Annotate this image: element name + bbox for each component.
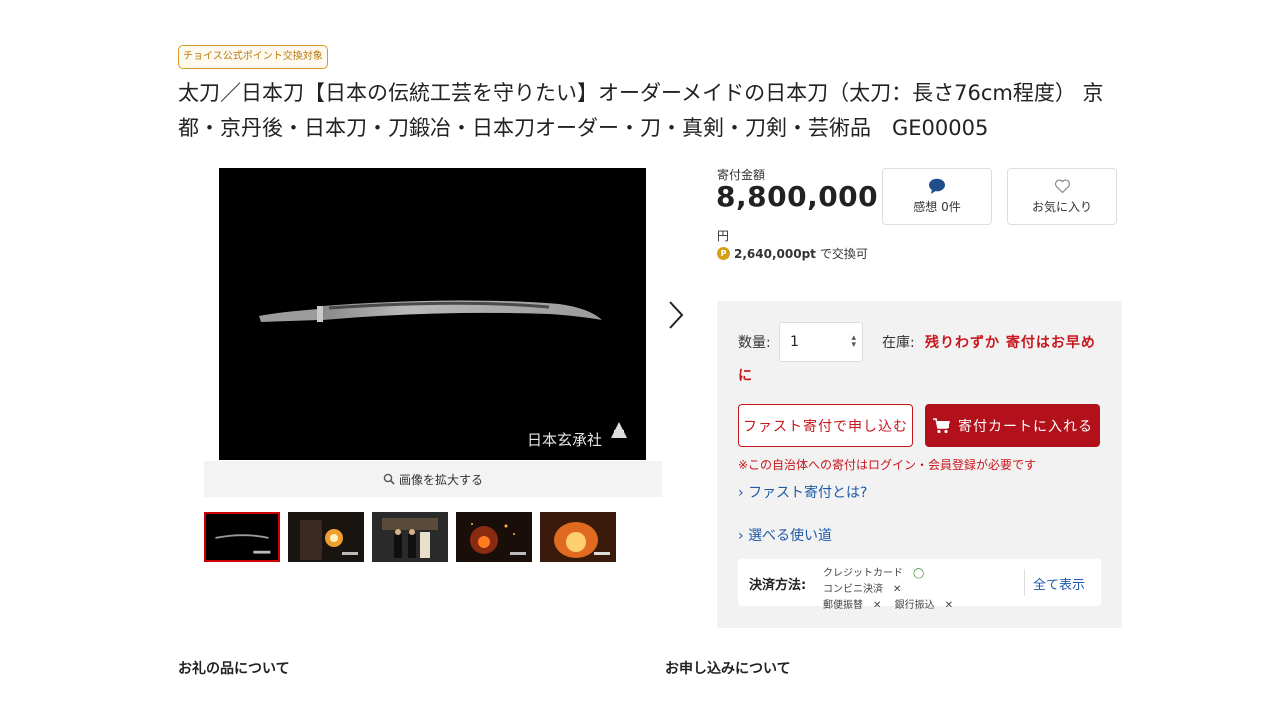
quantity-value: 1 (790, 334, 799, 350)
stock-status: 残りわずか 寄付はお早め (925, 335, 1096, 351)
thumbnail-2[interactable] (288, 512, 364, 562)
thumbnail-5[interactable] (540, 512, 616, 562)
stock-status-cont: に (738, 368, 752, 384)
favorite-button[interactable]: お気に入り (1007, 168, 1117, 225)
favorite-label: お気に入り (1031, 199, 1092, 214)
zoom-label: 画像を拡大する (398, 472, 483, 487)
payment-method: 郵便振替 ✕ (823, 600, 882, 611)
cart-icon (933, 417, 950, 433)
comments-button[interactable]: 感想 0件 (882, 168, 992, 225)
selectable-uses-link[interactable]: › 選べる使い道 (738, 525, 832, 545)
login-notice: ※この自治体への寄付はログイン・会員登録が必要です (738, 458, 1037, 472)
thumbnail-3[interactable] (372, 512, 448, 562)
comments-label: 感想 0件 (913, 200, 961, 214)
payment-label: 決済方法: (749, 578, 807, 593)
main-product-image[interactable]: 日本玄承社 (219, 168, 646, 460)
payment-methods-list: クレジットカード ◯ コンビニ決済 ✕ 郵便振替 ✕ 銀行振込 ✕ (823, 566, 1023, 614)
fast-donation-info-label: ファスト寄付とは? (748, 485, 868, 501)
stock-label: 在庫: (882, 335, 915, 351)
search-icon (383, 473, 395, 485)
fast-donation-button[interactable]: ファスト寄付で申し込む (738, 404, 913, 447)
payment-method: 銀行振込 ✕ (894, 600, 953, 611)
point-icon: P (717, 247, 730, 260)
fast-donation-info-link[interactable]: › ファスト寄付とは? (738, 482, 868, 502)
selectable-uses-label: 選べる使い道 (748, 528, 833, 544)
quantity-label: 数量: (738, 335, 771, 351)
heart-icon (1054, 178, 1070, 193)
chevron-right-icon (669, 301, 684, 329)
section-heading-application: お申し込みについて (665, 661, 791, 677)
thumbnail-4[interactable] (456, 512, 532, 562)
points-suffix: で交換可 (819, 247, 868, 261)
fast-donation-label: ファスト寄付で申し込む (743, 418, 908, 435)
points-info: P 2,640,000pt で交換可 (717, 245, 868, 262)
katana-image: 日本玄承社 (259, 300, 627, 449)
point-exchange-badge: チョイス公式ポイント交換対象 (178, 45, 328, 69)
cart-label: 寄付カートに入れる (958, 418, 1093, 435)
quantity-select[interactable]: 1 ▴ ▾ (779, 322, 863, 362)
spinner-icon: ▴ ▾ (851, 333, 856, 350)
chevron-right-icon: › (738, 485, 744, 501)
zoom-image-button[interactable]: 画像を拡大する (204, 461, 662, 497)
svg-text:日本玄承社: 日本玄承社 (527, 431, 602, 449)
payment-methods-box: 決済方法: クレジットカード ◯ コンビニ決済 ✕ 郵便振替 ✕ 銀行振込 ✕ 全て表示 (738, 559, 1101, 611)
speech-bubble-icon (929, 178, 945, 194)
currency-unit: 円 (717, 229, 730, 243)
payment-method: クレジットカード ◯ (823, 568, 925, 579)
page-title: 太刀／日本刀【日本の伝統工芸を守りたい】オーダーメイドの日本刀（太刀：長さ76c… (178, 81, 1104, 140)
donation-amount: 8,800,000 (716, 180, 879, 213)
payment-method: コンビニ決済 ✕ (823, 584, 902, 595)
donation-panel: 数量: 1 ▴ ▾ 在庫: 残りわずか 寄付はお早め に ファスト寄付で申し込む … (717, 301, 1122, 628)
points-value: 2,640,000pt (734, 246, 816, 261)
show-all-payments-link[interactable]: 全て表示 (1033, 574, 1085, 593)
thumbnail-strip (204, 512, 616, 562)
add-to-cart-button[interactable]: 寄付カートに入れる (925, 404, 1100, 447)
section-heading-gift: お礼の品について (178, 661, 290, 677)
watermark (611, 422, 627, 438)
next-image-button[interactable] (664, 298, 688, 332)
thumbnail-1[interactable] (204, 512, 280, 562)
divider (1024, 569, 1025, 596)
chevron-right-icon: › (738, 528, 744, 544)
